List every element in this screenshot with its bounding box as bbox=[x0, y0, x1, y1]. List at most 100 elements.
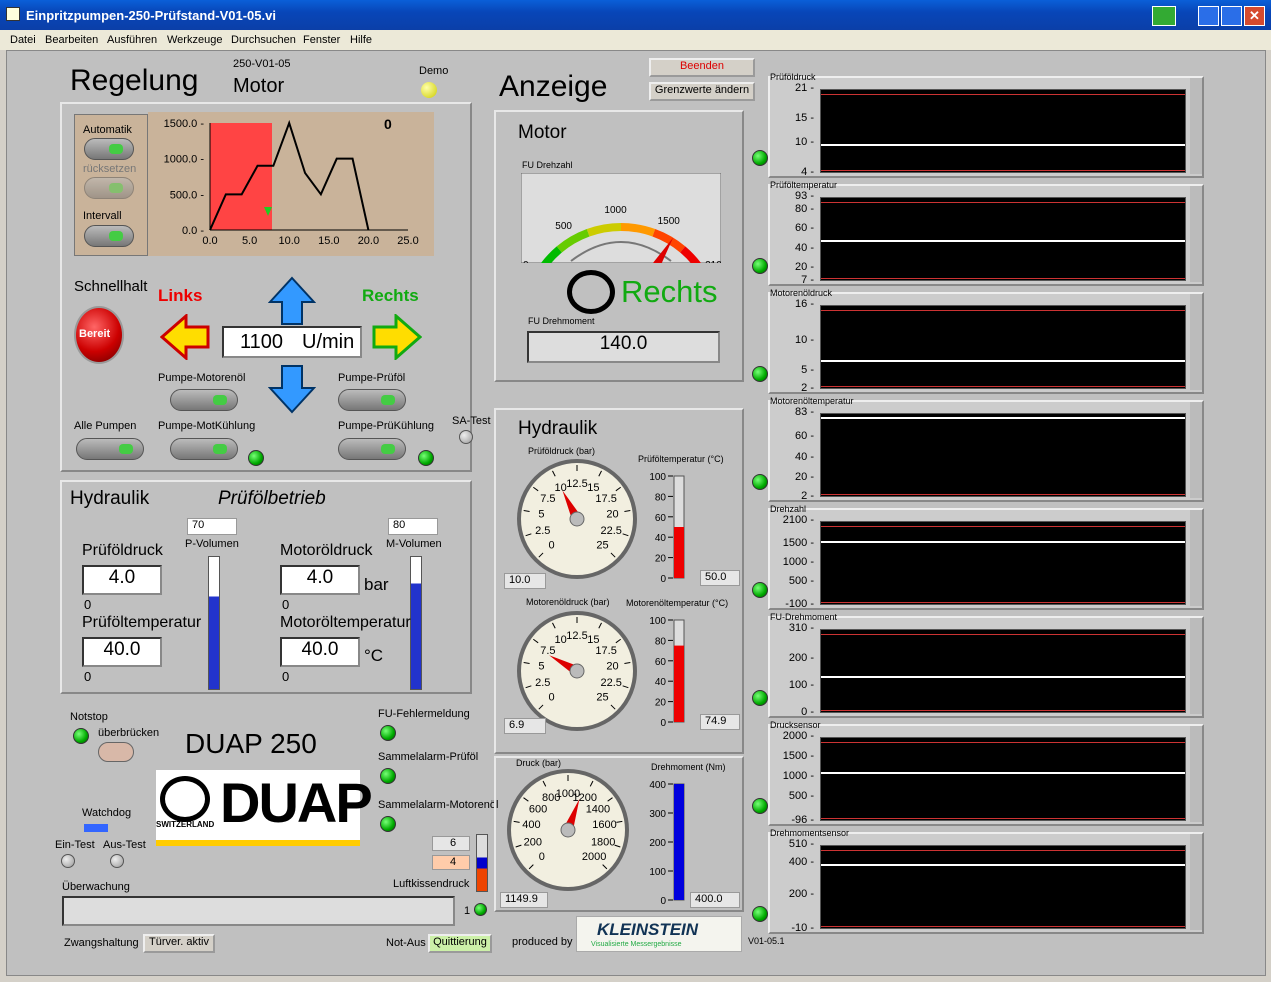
p-volumen-slider[interactable] bbox=[208, 556, 220, 690]
motoroeldruck-input[interactable]: 4.0 bbox=[280, 565, 360, 595]
strip-chart-tick: 21 - bbox=[795, 82, 814, 94]
strip-chart-tick: -10 - bbox=[791, 922, 814, 934]
ruecksetzen-toggle[interactable] bbox=[84, 177, 134, 199]
grenzwerte-button[interactable]: Grenzwerte ändern bbox=[649, 82, 755, 101]
duap-title: DUAP 250 bbox=[185, 728, 317, 759]
pumpe-pruekuehlung-toggle[interactable] bbox=[338, 438, 406, 460]
pruefoeltemp-input[interactable]: 40.0 bbox=[82, 637, 162, 667]
bereit-label: Bereit bbox=[79, 328, 111, 340]
y-tick-label: 0.0 - bbox=[182, 225, 204, 237]
menu-hilfe[interactable]: Hilfe bbox=[350, 34, 372, 46]
strip-chart-tick: 80 - bbox=[795, 202, 814, 215]
strip-chart-plot bbox=[820, 737, 1186, 821]
print-icon[interactable] bbox=[1152, 6, 1176, 26]
limit-line bbox=[821, 310, 1185, 311]
sa-test-led[interactable] bbox=[459, 430, 473, 444]
m-volumen-slider[interactable] bbox=[410, 556, 422, 690]
pumpe-motkuehlung-toggle[interactable] bbox=[170, 438, 238, 460]
menu-datei[interactable]: Datei bbox=[10, 34, 36, 46]
demo-led[interactable] bbox=[421, 82, 437, 98]
strip-chart-tick: 16 - bbox=[795, 298, 814, 310]
ein-test-led[interactable] bbox=[61, 854, 75, 868]
pumpe-motorenoel-toggle[interactable] bbox=[170, 389, 238, 411]
m-volumen-label: M-Volumen bbox=[386, 538, 442, 550]
maximize-button[interactable] bbox=[1221, 6, 1242, 26]
strip-chart-tick: 2 - bbox=[801, 490, 814, 502]
strip-chart-scrollbar[interactable] bbox=[1190, 186, 1202, 282]
strip-chart-tick: 1000 - bbox=[782, 556, 814, 568]
close-button[interactable]: ✕ bbox=[1244, 6, 1265, 26]
pumpe-pruefoel-toggle[interactable] bbox=[338, 389, 406, 411]
motoroeltemp-min: 0 bbox=[282, 669, 290, 684]
menu-fenster[interactable]: Fenster bbox=[303, 34, 340, 46]
pumpe-motkuehlung-label: Pumpe-MotKühlung bbox=[158, 420, 256, 432]
tuerver-button[interactable]: Türver. aktiv bbox=[143, 934, 215, 953]
minimize-button[interactable] bbox=[1198, 6, 1219, 26]
alle-pumpen-toggle[interactable] bbox=[76, 438, 144, 460]
motoroeltemp-input[interactable]: 40.0 bbox=[280, 637, 360, 667]
quittierung-button[interactable]: Quittierung bbox=[428, 934, 492, 953]
notstop-led bbox=[73, 728, 89, 744]
channel-led bbox=[752, 690, 768, 706]
value-trace bbox=[821, 360, 1185, 362]
value-trace bbox=[821, 144, 1185, 147]
menu-werkzeuge[interactable]: Werkzeuge bbox=[167, 34, 222, 46]
channel-led bbox=[752, 906, 768, 922]
bar-tick-label: 40 bbox=[655, 677, 667, 688]
strip-chart-scrollbar[interactable] bbox=[1190, 402, 1202, 498]
g2-value: 6.9 bbox=[504, 718, 546, 734]
strip-chart-scrollbar[interactable] bbox=[1190, 78, 1202, 174]
intervall-toggle[interactable] bbox=[84, 225, 134, 247]
strip-chart-scrollbar[interactable] bbox=[1190, 834, 1202, 930]
demo-label: Demo bbox=[419, 65, 449, 77]
beenden-button[interactable]: Beenden bbox=[649, 58, 755, 77]
watchdog-indicator bbox=[84, 824, 108, 832]
menu-ausfuehren[interactable]: Ausführen bbox=[107, 34, 157, 46]
anzeige-title: Anzeige bbox=[499, 70, 608, 103]
limit-line bbox=[821, 202, 1185, 203]
arrow-down-icon[interactable] bbox=[268, 364, 316, 414]
strip-chart-tick: -100 - bbox=[785, 598, 814, 610]
watchdog-label: Watchdog bbox=[82, 807, 132, 819]
automatik-toggle[interactable] bbox=[84, 138, 134, 160]
strip-chart-plot bbox=[820, 521, 1186, 605]
strip-chart-title: Motorenöldruck bbox=[770, 288, 833, 298]
limit-line bbox=[821, 926, 1185, 927]
strip-chart-tick: 40 - bbox=[795, 241, 814, 254]
strip-chart-tick: 310 - bbox=[788, 622, 814, 634]
menu-durchsuchen[interactable]: Durchsuchen bbox=[231, 34, 296, 46]
strip-chart-tick: 20 - bbox=[795, 471, 814, 484]
gauge-tick-label: 22.5 bbox=[601, 525, 622, 537]
arrow-right-icon[interactable] bbox=[372, 314, 422, 360]
strip-chart-tick: 500 - bbox=[788, 575, 814, 588]
limit-line bbox=[821, 494, 1185, 495]
profile-chart: 1500.0 - 1000.0 - 500.0 - 0.0 -0.0 5.0 10.0 15… bbox=[148, 112, 434, 256]
strip-chart-scrollbar[interactable] bbox=[1190, 510, 1202, 606]
p-volumen-input[interactable]: 70 bbox=[187, 518, 237, 535]
speed-value: 1100 bbox=[240, 331, 284, 353]
gauge-tick-label: 0 bbox=[548, 691, 554, 703]
menu-bearbeiten[interactable]: Bearbeiten bbox=[45, 34, 98, 46]
gauge-tick-label: 22.5 bbox=[601, 677, 622, 689]
m-volumen-input[interactable]: 80 bbox=[388, 518, 438, 535]
duap-logo: DUAP SWITZERLAND bbox=[156, 770, 373, 846]
bar-tick-label: 60 bbox=[655, 657, 667, 668]
strip-chart-scrollbar[interactable] bbox=[1190, 618, 1202, 714]
automatik-label: Automatik bbox=[83, 124, 132, 136]
ueberbruecken-button[interactable] bbox=[98, 742, 134, 762]
strip-chart-scrollbar[interactable] bbox=[1190, 294, 1202, 390]
duap-logo-emblem bbox=[160, 776, 210, 822]
strip-chart-scrollbar[interactable] bbox=[1190, 726, 1202, 822]
strip-chart-tick: 83 - bbox=[795, 406, 814, 418]
arrow-up-icon[interactable] bbox=[268, 276, 316, 326]
intervall-label: Intervall bbox=[83, 210, 122, 222]
pruefoeldruck-input[interactable]: 4.0 bbox=[82, 565, 162, 595]
strip-chart-plot bbox=[820, 89, 1186, 173]
pumpe-motorenoel-label: Pumpe-Motorenöl bbox=[158, 372, 246, 384]
arrow-left-icon[interactable] bbox=[160, 314, 210, 360]
sa-test-label: SA-Test bbox=[452, 415, 491, 427]
fu-fehler-label: FU-Fehlermeldung bbox=[378, 708, 470, 720]
aus-test-led[interactable] bbox=[110, 854, 124, 868]
gauge-hub bbox=[569, 663, 585, 679]
strip-chart-tick: 1000 - bbox=[782, 770, 814, 783]
